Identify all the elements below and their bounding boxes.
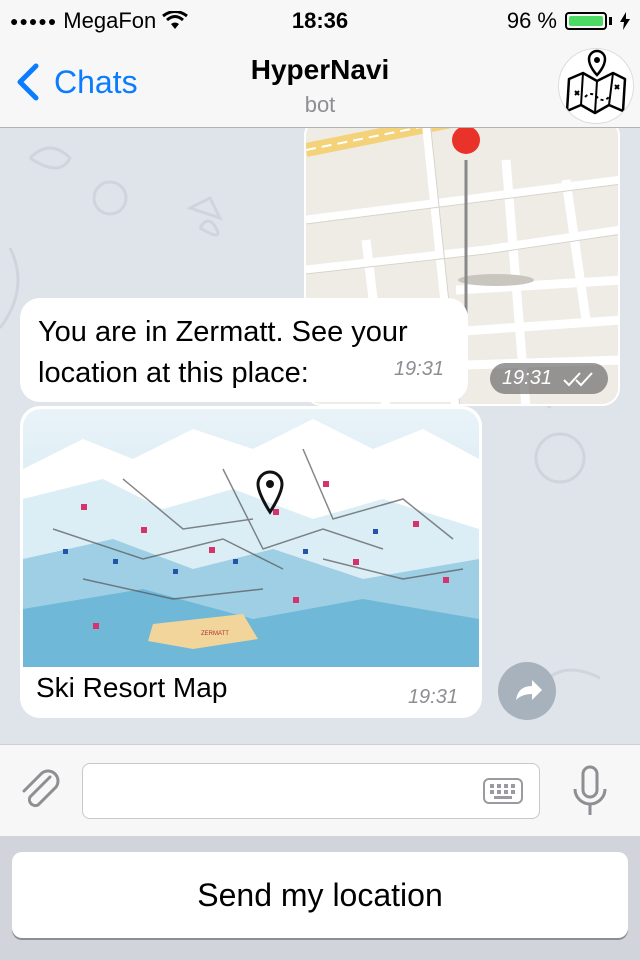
message-time: 19:31 bbox=[393, 358, 444, 380]
forward-arrow-icon bbox=[516, 680, 542, 700]
paperclip-icon bbox=[22, 769, 60, 808]
message-input[interactable] bbox=[82, 763, 540, 819]
map-town-label: ZERMATT bbox=[201, 631, 229, 637]
battery-info: 96 % bbox=[507, 8, 630, 34]
battery-icon bbox=[565, 12, 607, 30]
photo-caption: Ski Resort Map bbox=[36, 672, 228, 703]
battery-tip bbox=[609, 17, 612, 25]
charging-icon bbox=[620, 12, 630, 30]
photo-message[interactable]: ZERMATT Ski Resort Map 19:31 bbox=[20, 406, 482, 718]
message-time-badge: 19:31 bbox=[489, 363, 608, 394]
share-button[interactable] bbox=[498, 662, 556, 720]
microphone-icon bbox=[573, 765, 607, 815]
ski-resort-map-image[interactable]: ZERMATT bbox=[23, 409, 479, 667]
chat-title[interactable]: HyperNavi bbox=[0, 54, 640, 86]
text-message[interactable]: You are in Zermatt. See your location at… bbox=[20, 298, 468, 402]
message-list[interactable]: 19:31 You are in Zermatt. See your locat… bbox=[0, 128, 640, 744]
status-bar: ●●●●● MegaFon 18:36 96 % bbox=[0, 0, 640, 40]
map-logo-icon bbox=[565, 49, 627, 115]
bot-avatar[interactable] bbox=[558, 48, 634, 124]
message-time: 19:31 bbox=[407, 686, 458, 708]
microphone-button[interactable] bbox=[570, 765, 610, 817]
reply-keyboard: Send my location bbox=[0, 836, 640, 960]
send-location-button[interactable]: Send my location bbox=[12, 852, 628, 938]
message-input-bar bbox=[0, 744, 640, 836]
double-check-icon bbox=[563, 371, 593, 386]
attach-button[interactable] bbox=[14, 763, 66, 815]
navigation-bar: Chats HyperNavi bot bbox=[0, 40, 640, 128]
battery-percent: 96 % bbox=[506, 8, 557, 33]
message-time: 19:31 bbox=[501, 367, 552, 389]
message-text: You are in Zermatt. See your location at… bbox=[38, 316, 408, 389]
chat-subtitle: bot bbox=[304, 92, 336, 117]
keyboard-icon[interactable] bbox=[483, 776, 523, 806]
